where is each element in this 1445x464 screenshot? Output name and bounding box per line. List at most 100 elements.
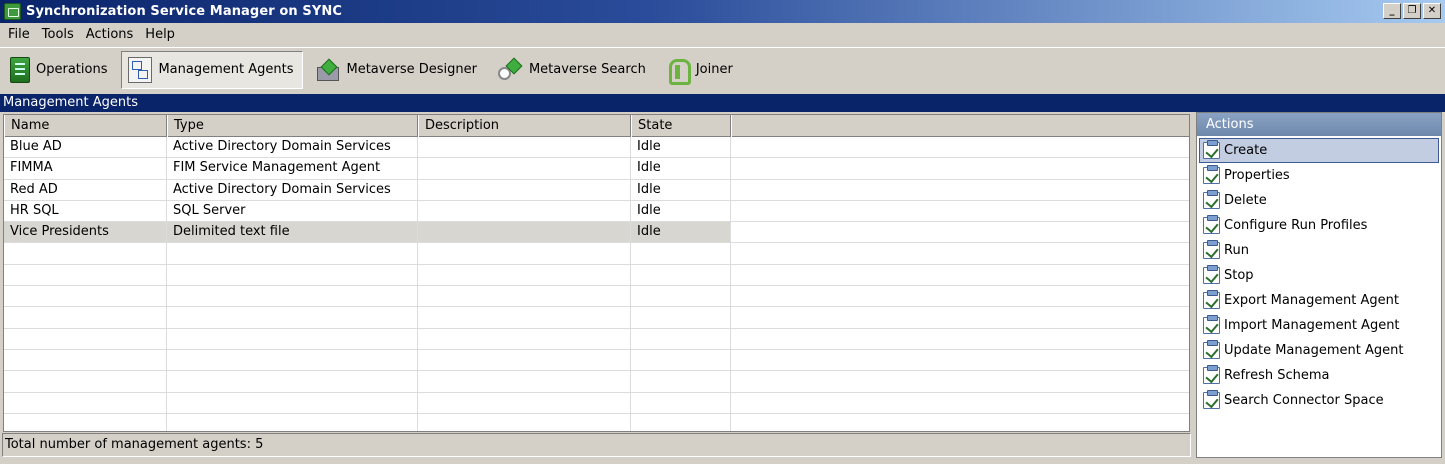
toolbar-operations-button[interactable]: Operations: [4, 51, 115, 89]
cell-description: [418, 222, 631, 243]
action-configure-run-profiles[interactable]: Configure Run Profiles: [1199, 213, 1439, 238]
status-bar: Total number of management agents: 5: [2, 433, 1191, 457]
empty-row: [4, 328, 1189, 350]
table-row-selected[interactable]: Vice Presidents Delimited text file Idle: [4, 222, 1189, 244]
action-run[interactable]: Run: [1199, 238, 1439, 263]
operations-icon: [10, 56, 30, 83]
empty-row: [4, 264, 1189, 287]
empty-row: [4, 349, 1189, 372]
menu-help[interactable]: Help: [139, 27, 181, 42]
table-row[interactable]: Blue AD Active Directory Domain Services…: [4, 137, 1189, 159]
action-refresh-schema[interactable]: Refresh Schema: [1199, 363, 1439, 388]
section-header: Management Agents: [0, 94, 1445, 112]
column-header-type[interactable]: Type: [167, 115, 418, 137]
table-row[interactable]: HR SQL SQL Server Idle: [4, 200, 1189, 223]
action-stop[interactable]: Stop: [1199, 263, 1439, 288]
cell-type: FIM Service Management Agent: [167, 158, 418, 179]
cell-description: [418, 158, 631, 179]
column-header-filler: [731, 115, 1189, 137]
cell-description: [418, 200, 631, 222]
cell-name: Vice Presidents: [4, 222, 167, 243]
toolbar-label: Management Agents: [158, 62, 294, 77]
toolbar-metaverse-designer-button[interactable]: Metaverse Designer: [309, 51, 485, 89]
cell-description: [418, 137, 631, 158]
minimize-button[interactable]: _: [1383, 3, 1401, 19]
column-header-state[interactable]: State: [631, 115, 731, 137]
table-row[interactable]: FIMMA FIM Service Management Agent Idle: [4, 158, 1189, 180]
action-label: Stop: [1224, 268, 1254, 283]
menu-bar: File Tools Actions Help: [0, 23, 1445, 46]
action-label: Refresh Schema: [1224, 368, 1330, 383]
clipboard-check-icon: [1203, 215, 1220, 234]
metaverse-search-icon: [497, 58, 523, 82]
action-search-connector-space[interactable]: Search Connector Space: [1199, 388, 1439, 413]
column-header-name[interactable]: Name: [4, 115, 167, 137]
empty-row: [4, 243, 1189, 265]
column-header-description[interactable]: Description: [418, 115, 631, 137]
cell-filler: [731, 180, 1189, 200]
cell-type: Delimited text file: [167, 222, 418, 243]
cell-type: SQL Server: [167, 200, 418, 222]
action-label: Import Management Agent: [1224, 318, 1400, 333]
action-create[interactable]: Create: [1199, 138, 1439, 163]
clipboard-check-icon: [1203, 190, 1220, 209]
actions-header: Actions: [1197, 113, 1441, 136]
cell-name: FIMMA: [4, 158, 167, 179]
cell-filler: [731, 158, 1189, 178]
cell-description: [418, 179, 631, 200]
actions-panel: Actions Create Properties Delete Configu…: [1196, 112, 1442, 458]
toolbar-label: Operations: [36, 62, 108, 77]
toolbar-metaverse-search-button[interactable]: Metaverse Search: [491, 51, 654, 89]
cell-filler: [731, 137, 1189, 157]
action-label: Update Management Agent: [1224, 343, 1404, 358]
action-label: Configure Run Profiles: [1224, 218, 1368, 233]
empty-row: [4, 286, 1189, 308]
cell-filler: [731, 222, 1189, 242]
table-row[interactable]: Red AD Active Directory Domain Services …: [4, 179, 1189, 201]
action-label: Delete: [1224, 193, 1267, 208]
joiner-icon: [666, 57, 691, 85]
cell-state: Idle: [631, 158, 731, 179]
clipboard-check-icon: [1203, 365, 1220, 384]
restore-button[interactable]: ❐: [1403, 3, 1421, 19]
cell-state: Idle: [631, 179, 731, 200]
toolbar-joiner-button[interactable]: Joiner: [660, 51, 741, 89]
action-label: Create: [1224, 143, 1268, 158]
management-agents-icon: [128, 56, 153, 83]
clipboard-check-icon: [1203, 340, 1220, 359]
management-agents-grid[interactable]: Name Type Description State Blue AD Acti…: [3, 114, 1190, 432]
cell-state: Idle: [631, 137, 731, 158]
cell-state: Idle: [631, 222, 731, 243]
empty-row: [4, 392, 1189, 414]
action-update-management-agent[interactable]: Update Management Agent: [1199, 338, 1439, 363]
toolbar-label: Metaverse Designer: [346, 62, 477, 77]
menu-actions[interactable]: Actions: [80, 27, 140, 42]
cell-state: Idle: [631, 200, 731, 222]
title-bar: Synchronization Service Manager on SYNC …: [0, 0, 1445, 23]
empty-row: [4, 413, 1189, 431]
close-button[interactable]: ✕: [1423, 3, 1441, 19]
metaverse-designer-icon: [315, 59, 341, 81]
toolbar-management-agents-button[interactable]: Management Agents: [121, 50, 303, 89]
cell-name: HR SQL: [4, 200, 167, 222]
window-controls: _ ❐ ✕: [1383, 3, 1441, 19]
menu-file[interactable]: File: [2, 27, 36, 42]
action-label: Properties: [1224, 168, 1290, 183]
clipboard-check-icon: [1203, 315, 1220, 334]
toolbar: Operations Management Agents Metaverse D…: [0, 47, 1445, 91]
menu-tools[interactable]: Tools: [36, 27, 80, 42]
cell-name: Red AD: [4, 179, 167, 200]
action-label: Export Management Agent: [1224, 293, 1399, 308]
cell-type: Active Directory Domain Services: [167, 137, 418, 158]
action-label: Search Connector Space: [1224, 393, 1384, 408]
window-title: Synchronization Service Manager on SYNC: [26, 4, 343, 19]
cell-type: Active Directory Domain Services: [167, 179, 418, 200]
action-export-management-agent[interactable]: Export Management Agent: [1199, 288, 1439, 313]
clipboard-check-icon: [1203, 290, 1220, 309]
cell-name: Blue AD: [4, 137, 167, 158]
action-import-management-agent[interactable]: Import Management Agent: [1199, 313, 1439, 338]
action-properties[interactable]: Properties: [1199, 163, 1439, 188]
action-delete[interactable]: Delete: [1199, 188, 1439, 213]
grid-header: Name Type Description State: [4, 115, 1189, 137]
toolbar-label: Metaverse Search: [528, 62, 646, 77]
